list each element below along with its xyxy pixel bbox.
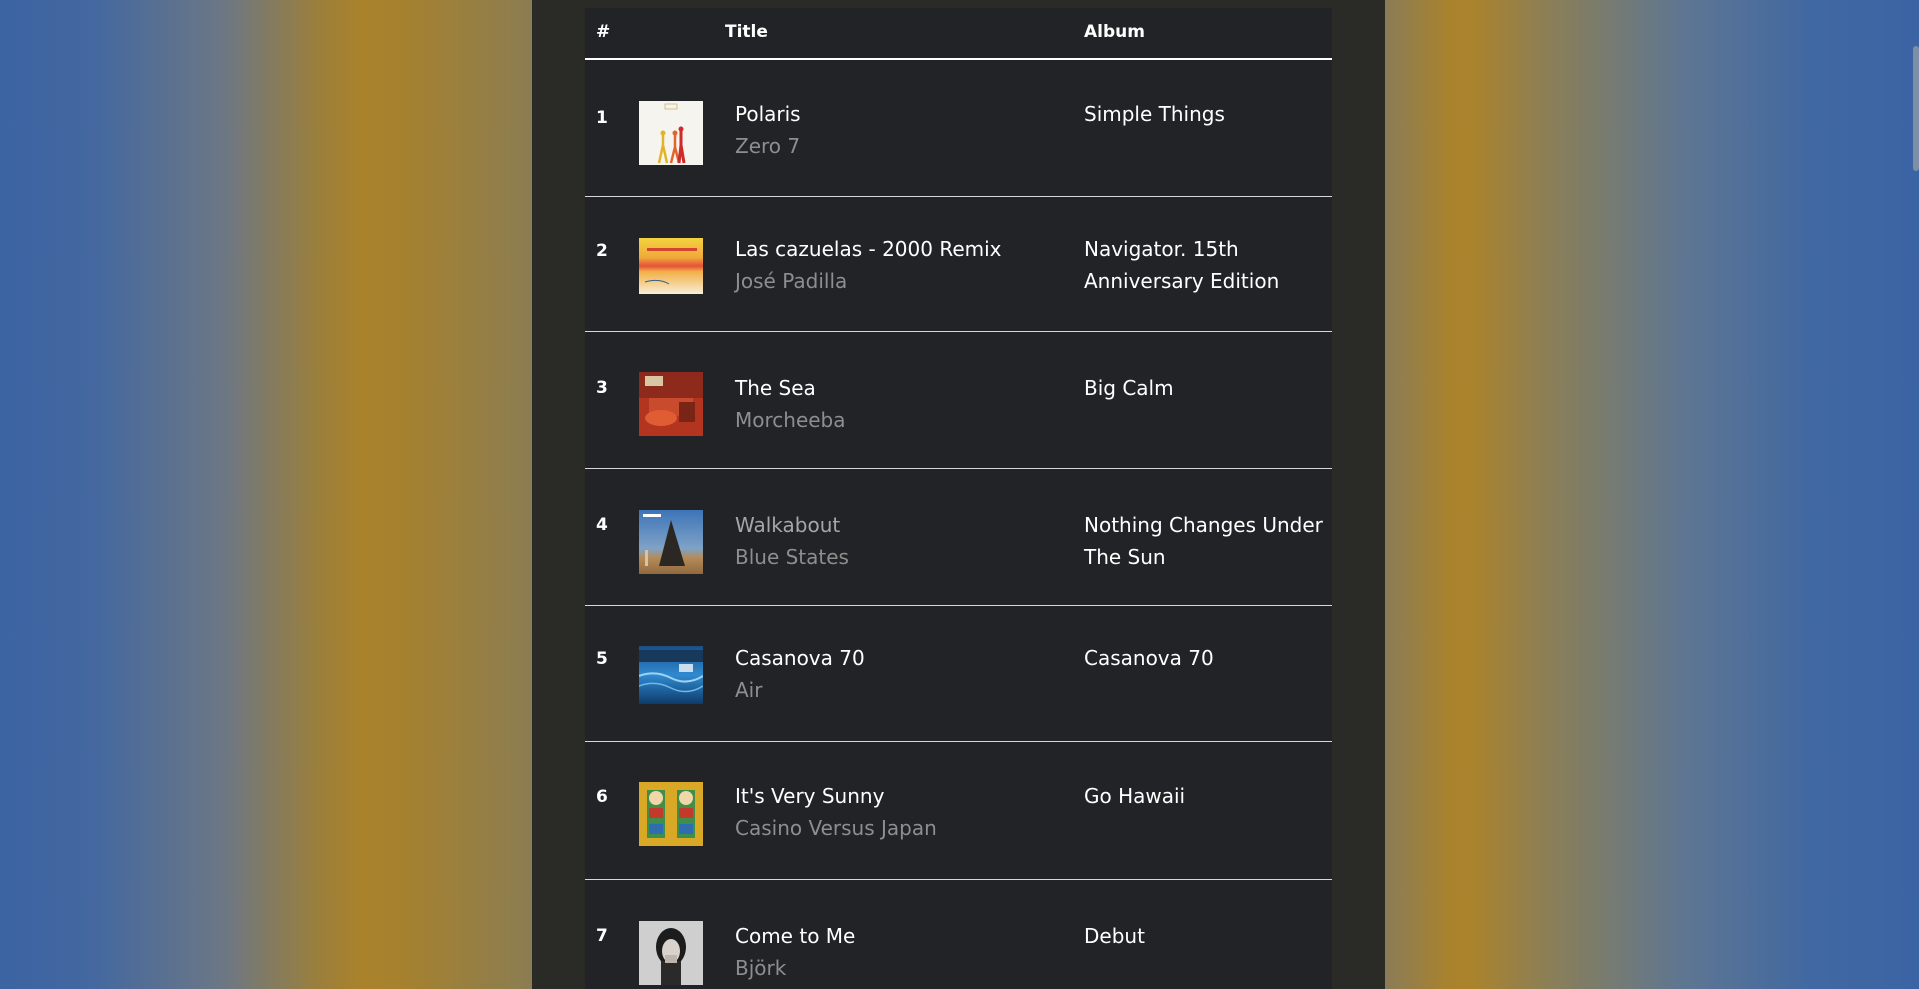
track-title[interactable]: Come to Me: [735, 924, 855, 948]
album-art-thumbnail[interactable]: [639, 782, 703, 846]
track-title[interactable]: The Sea: [735, 376, 816, 400]
table-row[interactable]: 6 It's Very Sunny Casino Versus Japan Go…: [585, 742, 1332, 880]
track-artist[interactable]: Björk: [735, 956, 786, 980]
table-row[interactable]: 7 Come to Me Björk Debut: [585, 880, 1332, 989]
table-row[interactable]: 3 The Sea Morcheeba Big Calm: [585, 332, 1332, 469]
track-artist[interactable]: Casino Versus Japan: [735, 816, 937, 840]
track-artist[interactable]: Zero 7: [735, 134, 800, 158]
table-row[interactable]: 4 Walkabout Blue States Nothing Changes …: [585, 469, 1332, 606]
track-album[interactable]: Debut: [1084, 920, 1324, 952]
track-title[interactable]: It's Very Sunny: [735, 784, 884, 808]
track-number: 5: [596, 649, 608, 669]
track-album[interactable]: Go Hawaii: [1084, 780, 1324, 812]
background-left: [0, 0, 532, 989]
track-artist[interactable]: Blue States: [735, 545, 849, 569]
table-row[interactable]: 1 Polaris Zero 7 Simple Things: [585, 60, 1332, 197]
scrollbar-thumb[interactable]: [1913, 46, 1919, 171]
track-album[interactable]: Navigator. 15th Anniversary Edition: [1084, 233, 1324, 297]
track-title[interactable]: Walkabout: [735, 513, 840, 537]
track-number: 2: [596, 241, 608, 261]
album-art-thumbnail[interactable]: [639, 372, 703, 436]
album-art-thumbnail[interactable]: [639, 510, 703, 574]
track-table: # Title Album 1 Polaris Zero 7 Simple Th…: [585, 8, 1332, 989]
track-album[interactable]: Simple Things: [1084, 98, 1324, 130]
header-number[interactable]: #: [596, 22, 610, 42]
track-number: 4: [596, 515, 608, 535]
track-number: 3: [596, 378, 608, 398]
table-row[interactable]: 2 Las cazuelas - 2000 Remix José Padilla…: [585, 197, 1332, 332]
track-album[interactable]: Nothing Changes Under The Sun: [1084, 509, 1324, 573]
track-title[interactable]: Polaris: [735, 102, 801, 126]
table-header: # Title Album: [585, 8, 1332, 60]
track-number: 7: [596, 926, 608, 946]
table-row[interactable]: 5 Casanova 70 Air Casanova 70: [585, 606, 1332, 742]
album-art-thumbnail[interactable]: [639, 101, 703, 165]
track-title[interactable]: Casanova 70: [735, 646, 865, 670]
album-art-thumbnail[interactable]: [639, 921, 703, 985]
track-number: 6: [596, 787, 608, 807]
header-album[interactable]: Album: [1084, 22, 1145, 42]
track-album[interactable]: Big Calm: [1084, 372, 1324, 404]
track-artist[interactable]: Morcheeba: [735, 408, 846, 432]
track-number: 1: [596, 108, 608, 128]
background-right: [1385, 0, 1919, 989]
album-art-thumbnail[interactable]: [639, 238, 703, 294]
track-title[interactable]: Las cazuelas - 2000 Remix: [735, 237, 1002, 261]
header-title[interactable]: Title: [725, 22, 768, 42]
track-artist[interactable]: Air: [735, 678, 762, 702]
track-album[interactable]: Casanova 70: [1084, 642, 1324, 674]
track-artist[interactable]: José Padilla: [735, 269, 847, 293]
album-art-thumbnail[interactable]: [639, 646, 703, 704]
